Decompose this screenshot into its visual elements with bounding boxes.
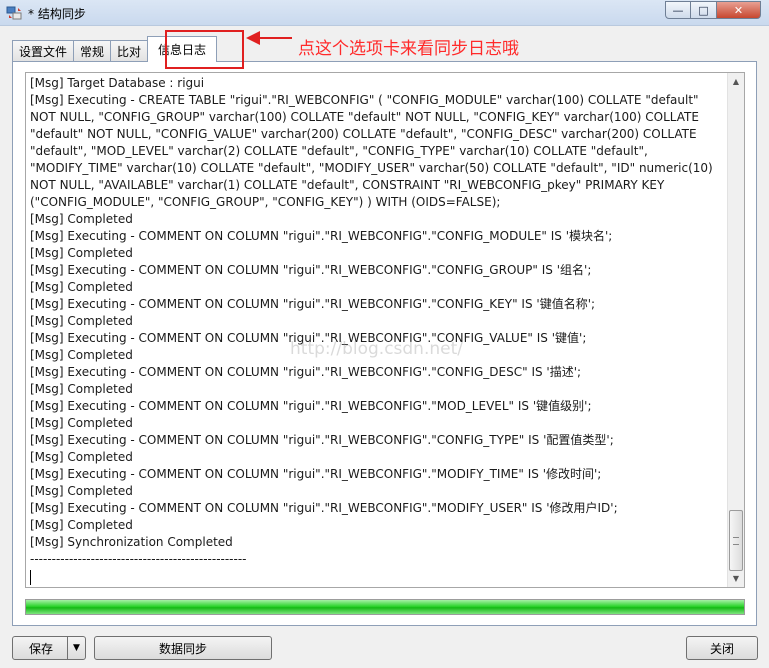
save-button[interactable]: 保存 ▼ (12, 636, 86, 660)
close-button[interactable]: 关闭 (686, 636, 758, 660)
log-line: [Msg] Completed (30, 246, 133, 260)
log-line: [Msg] Completed (30, 280, 133, 294)
progress-fill (26, 600, 744, 614)
log-line: [Msg] Executing - COMMENT ON COLUMN "rig… (30, 297, 596, 311)
info-log-panel: [Msg] Target Database : rigui [Msg] Execu… (12, 61, 757, 626)
log-line: [Msg] Executing - COMMENT ON COLUMN "rig… (30, 433, 614, 447)
data-sync-button[interactable]: 数据同步 (94, 636, 272, 660)
minimize-icon: — (672, 3, 684, 17)
scrollbar-thumb[interactable] (729, 510, 743, 571)
log-line: [Msg] Target Database : rigui (30, 76, 205, 90)
vertical-scrollbar[interactable]: ▲ ▼ (727, 73, 744, 587)
log-line: [Msg] Executing - COMMENT ON COLUMN "rig… (30, 467, 602, 481)
log-line: ----------------------------------------… (30, 552, 247, 566)
log-textarea[interactable]: [Msg] Target Database : rigui [Msg] Execu… (25, 72, 745, 588)
log-line: [Msg] Executing - COMMENT ON COLUMN "rig… (30, 331, 587, 345)
tab-compare[interactable]: 比对 (110, 40, 149, 62)
annotation-arrow-icon (246, 31, 292, 45)
log-line: [Msg] Completed (30, 212, 133, 226)
annotation-text: 点这个选项卡来看同步日志哦 (298, 39, 519, 59)
close-icon: ✕ (733, 3, 744, 17)
arrow-down-icon: ▼ (732, 574, 740, 583)
scroll-down-button[interactable]: ▼ (728, 570, 744, 587)
save-dropdown-button[interactable]: ▼ (67, 637, 85, 659)
sync-progress-bar (25, 599, 745, 615)
log-line: [Msg] Executing - COMMENT ON COLUMN "rig… (30, 229, 613, 243)
structure-sync-icon (6, 6, 22, 20)
log-line: [Msg] Completed (30, 484, 133, 498)
window-controls: — □ ✕ (665, 1, 761, 19)
log-line: [Msg] Completed (30, 348, 133, 362)
log-line: [Msg] Completed (30, 450, 133, 464)
minimize-button[interactable]: — (665, 1, 691, 19)
log-line: [Msg] Executing - COMMENT ON COLUMN "rig… (30, 365, 582, 379)
window-title: * 结构同步 (28, 7, 86, 21)
save-button-label: 保存 (29, 641, 54, 656)
tab-info-log[interactable]: 信息日志 (147, 36, 218, 62)
log-content: [Msg] Target Database : rigui [Msg] Execu… (30, 75, 726, 585)
log-line: [Msg] Completed (30, 314, 133, 328)
arrow-up-icon: ▲ (732, 77, 740, 86)
log-line: [Msg] Completed (30, 416, 133, 430)
tab-strip: 设置文件 常规 比对 信息日志 (12, 36, 218, 62)
chevron-down-icon: ▼ (73, 643, 80, 653)
maximize-button[interactable]: □ (691, 1, 717, 19)
log-line: [Msg] Executing - COMMENT ON COLUMN "rig… (30, 501, 618, 515)
window-close-button[interactable]: ✕ (717, 1, 761, 19)
log-line: [Msg] Synchronization Completed (30, 535, 233, 549)
text-caret (30, 570, 31, 585)
title-bar: * 结构同步 — □ ✕ (0, 0, 769, 26)
maximize-icon: □ (698, 3, 709, 17)
tab-general[interactable]: 常规 (73, 40, 112, 62)
log-line: [Msg] Executing - CREATE TABLE "rigui"."… (30, 93, 717, 209)
scroll-up-button[interactable]: ▲ (728, 73, 744, 90)
log-line: [Msg] Completed (30, 518, 133, 532)
log-line: [Msg] Executing - COMMENT ON COLUMN "rig… (30, 399, 592, 413)
log-line: [Msg] Executing - COMMENT ON COLUMN "rig… (30, 263, 592, 277)
log-line: [Msg] Completed (30, 382, 133, 396)
tab-settings-file[interactable]: 设置文件 (12, 40, 75, 62)
